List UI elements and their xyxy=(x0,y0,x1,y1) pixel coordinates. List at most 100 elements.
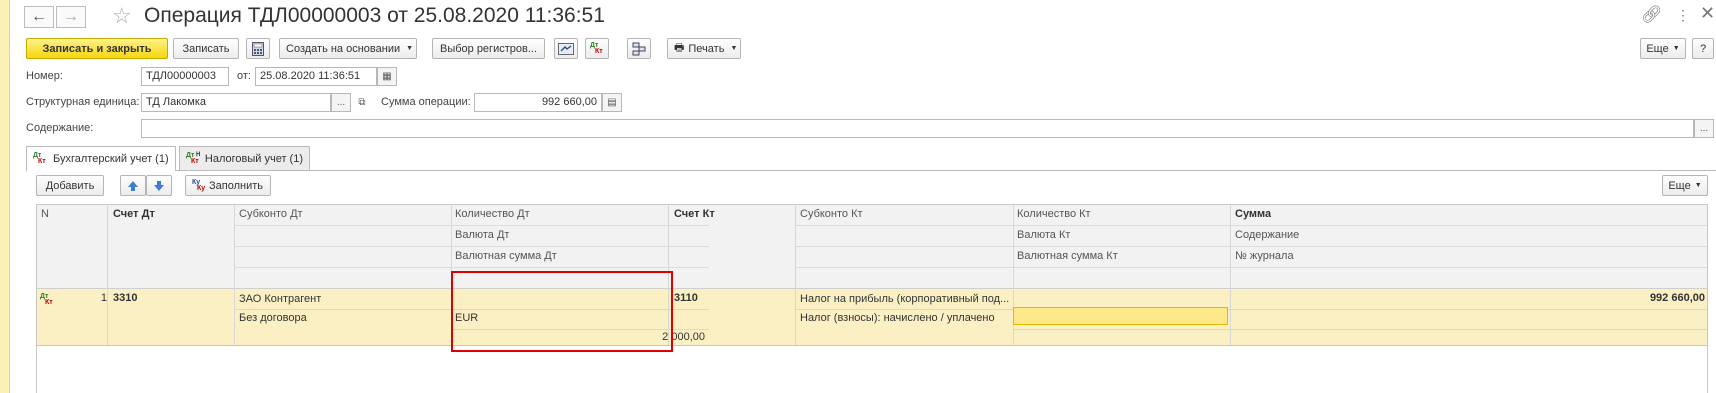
row-subline xyxy=(1013,329,1707,330)
more-vertical-icon[interactable]: ⋮ xyxy=(1676,7,1690,24)
dt-kt-button[interactable]: Дт Кт xyxy=(585,38,609,59)
create-based-label: Создать на основании xyxy=(286,42,401,55)
print-dropdown[interactable]: 🖶 Печать ▼ xyxy=(667,38,741,59)
header-subline xyxy=(234,225,709,226)
header-subline xyxy=(795,225,1707,226)
col-currency-kt-header[interactable]: Валюта Кт xyxy=(1017,229,1070,241)
move-up-button[interactable] xyxy=(120,175,146,196)
header-subline xyxy=(234,267,709,268)
help-button[interactable]: ? xyxy=(1692,38,1714,59)
tab-tax-label: Налоговый учет (1) xyxy=(204,152,303,165)
col-divider xyxy=(1230,205,1231,345)
content-field[interactable] xyxy=(141,119,1694,138)
content-label: Содержание: xyxy=(26,122,94,134)
col-cur-sum-dt-header[interactable]: Валютная сумма Дт xyxy=(455,250,557,262)
col-journal-header[interactable]: № журнала xyxy=(1235,250,1294,262)
col-cur-sum-kt-header[interactable]: Валютная сумма Кт xyxy=(1017,250,1118,262)
col-subconto-dt-header[interactable]: Субконто Дт xyxy=(239,208,303,220)
date-field[interactable]: 25.08.2020 11:36:51 xyxy=(255,67,377,86)
calendar-button[interactable]: ▦ xyxy=(377,67,397,86)
arrow-down-icon xyxy=(154,180,164,191)
dt-kt-icon: Дт Кт xyxy=(33,152,46,165)
calendar-icon: ▦ xyxy=(382,71,392,82)
print-label: Печать xyxy=(688,42,725,55)
printer-icon: 🖶 xyxy=(674,42,685,54)
calculator-button[interactable] xyxy=(246,38,270,59)
header-subline xyxy=(795,246,1707,247)
col-qty-kt-header[interactable]: Количество Кт xyxy=(1017,208,1091,220)
tab-accounting-label: Бухгалтерский учет (1) xyxy=(53,153,169,165)
row-dt-kt-icon: Дт Кт xyxy=(40,293,53,306)
sum-calculator-button[interactable]: ▤ xyxy=(602,93,622,112)
row-number: 1 xyxy=(100,292,107,304)
col-subconto-kt-header[interactable]: Субконто Кт xyxy=(800,208,863,220)
col-n-header: N xyxy=(41,208,49,220)
number-label: Номер: xyxy=(26,70,63,82)
move-down-button[interactable] xyxy=(146,175,172,196)
page-title: Операция ТДЛ00000003 от 25.08.2020 11:36… xyxy=(144,4,605,27)
calculator-icon: ▤ xyxy=(607,97,617,108)
row-subconto-kt-2[interactable]: Налог (взносы): начислено / уплачено xyxy=(800,312,995,324)
sum-label: Сумма операции: xyxy=(381,96,471,108)
selected-cell[interactable] xyxy=(1013,307,1228,325)
sum-field[interactable]: 992 660,00 xyxy=(474,93,602,112)
number-field[interactable]: ТДЛ00000003 xyxy=(141,67,229,86)
back-button[interactable]: ← xyxy=(24,6,54,28)
create-based-on-dropdown[interactable]: Создать на основании ▼ xyxy=(279,38,417,59)
dt-kt-icon: Дт Кт xyxy=(590,41,603,55)
row-sum[interactable]: 992 660,00 xyxy=(1235,292,1705,304)
close-icon[interactable]: ✕ xyxy=(1700,3,1715,24)
row-account-dt[interactable]: 3310 xyxy=(113,292,137,304)
post-document-icon xyxy=(558,42,574,55)
open-unit-button[interactable]: ⧉ xyxy=(352,93,372,112)
col-divider xyxy=(795,205,796,345)
post-document-button[interactable] xyxy=(554,38,578,59)
table-more-dropdown[interactable]: Еще ▼ xyxy=(1662,175,1708,196)
date-label: от: xyxy=(237,70,251,82)
calculator-icon xyxy=(252,41,264,56)
row-subconto-dt-2[interactable]: Без договора xyxy=(239,312,307,324)
structure-button[interactable] xyxy=(627,38,651,59)
save-close-button[interactable]: Записать и закрыть xyxy=(26,38,168,59)
col-account-kt-header[interactable]: Счет Кт xyxy=(674,208,715,220)
row-account-kt[interactable]: 3110 xyxy=(674,292,698,304)
fill-button[interactable]: Ку Ку Заполнить xyxy=(185,175,271,196)
select-registers-button[interactable]: Выбор регистров... xyxy=(432,38,545,59)
tab-tax[interactable]: Дт Кт Н Налоговый учет (1) xyxy=(179,146,310,170)
arrow-up-icon xyxy=(128,180,138,191)
header-subline xyxy=(795,267,1707,268)
link-icon[interactable]: 🔗︎ xyxy=(1641,5,1663,25)
forward-arrow-icon: → xyxy=(63,8,79,25)
more-label: Еще xyxy=(1646,42,1669,55)
tab-divider xyxy=(26,170,1716,171)
save-button[interactable]: Записать xyxy=(173,38,239,59)
col-divider xyxy=(107,205,108,345)
open-icon: ⧉ xyxy=(358,97,366,108)
col-content-header[interactable]: Содержание xyxy=(1235,229,1299,241)
row-bottom-line xyxy=(37,345,1707,346)
col-account-dt-header[interactable]: Счет Дт xyxy=(113,208,155,220)
unit-select-button[interactable]: ... xyxy=(331,93,351,112)
unit-field[interactable]: ТД Лакомка xyxy=(141,93,331,112)
table-more-label: Еще xyxy=(1668,179,1691,192)
unit-label: Структурная единица: xyxy=(26,96,140,108)
highlight-box xyxy=(451,271,673,352)
fill-label: Заполнить xyxy=(209,179,264,192)
chevron-down-icon: ▼ xyxy=(730,45,738,52)
col-sum-header[interactable]: Сумма xyxy=(1235,208,1271,220)
structure-icon xyxy=(632,42,646,55)
content-select-button[interactable]: ... xyxy=(1694,119,1714,138)
tab-accounting[interactable]: Дт Кт Бухгалтерский учет (1) xyxy=(26,146,176,171)
more-dropdown[interactable]: Еще ▼ xyxy=(1640,38,1686,59)
col-divider xyxy=(234,205,235,345)
fill-icon: Ку Ку xyxy=(192,178,206,192)
forward-button[interactable]: → xyxy=(56,6,86,28)
col-currency-dt-header[interactable]: Валюта Дт xyxy=(455,229,509,241)
col-qty-dt-header[interactable]: Количество Дт xyxy=(455,208,530,220)
row-subline xyxy=(795,309,1707,310)
row-subconto-dt-1[interactable]: ЗАО Контрагент xyxy=(239,293,321,305)
favorite-star-icon[interactable]: ☆ xyxy=(112,3,132,29)
add-button[interactable]: Добавить xyxy=(36,175,104,196)
header-subline xyxy=(234,246,709,247)
row-subconto-kt-1[interactable]: Налог на прибыль (корпоративный под... xyxy=(800,293,1010,305)
